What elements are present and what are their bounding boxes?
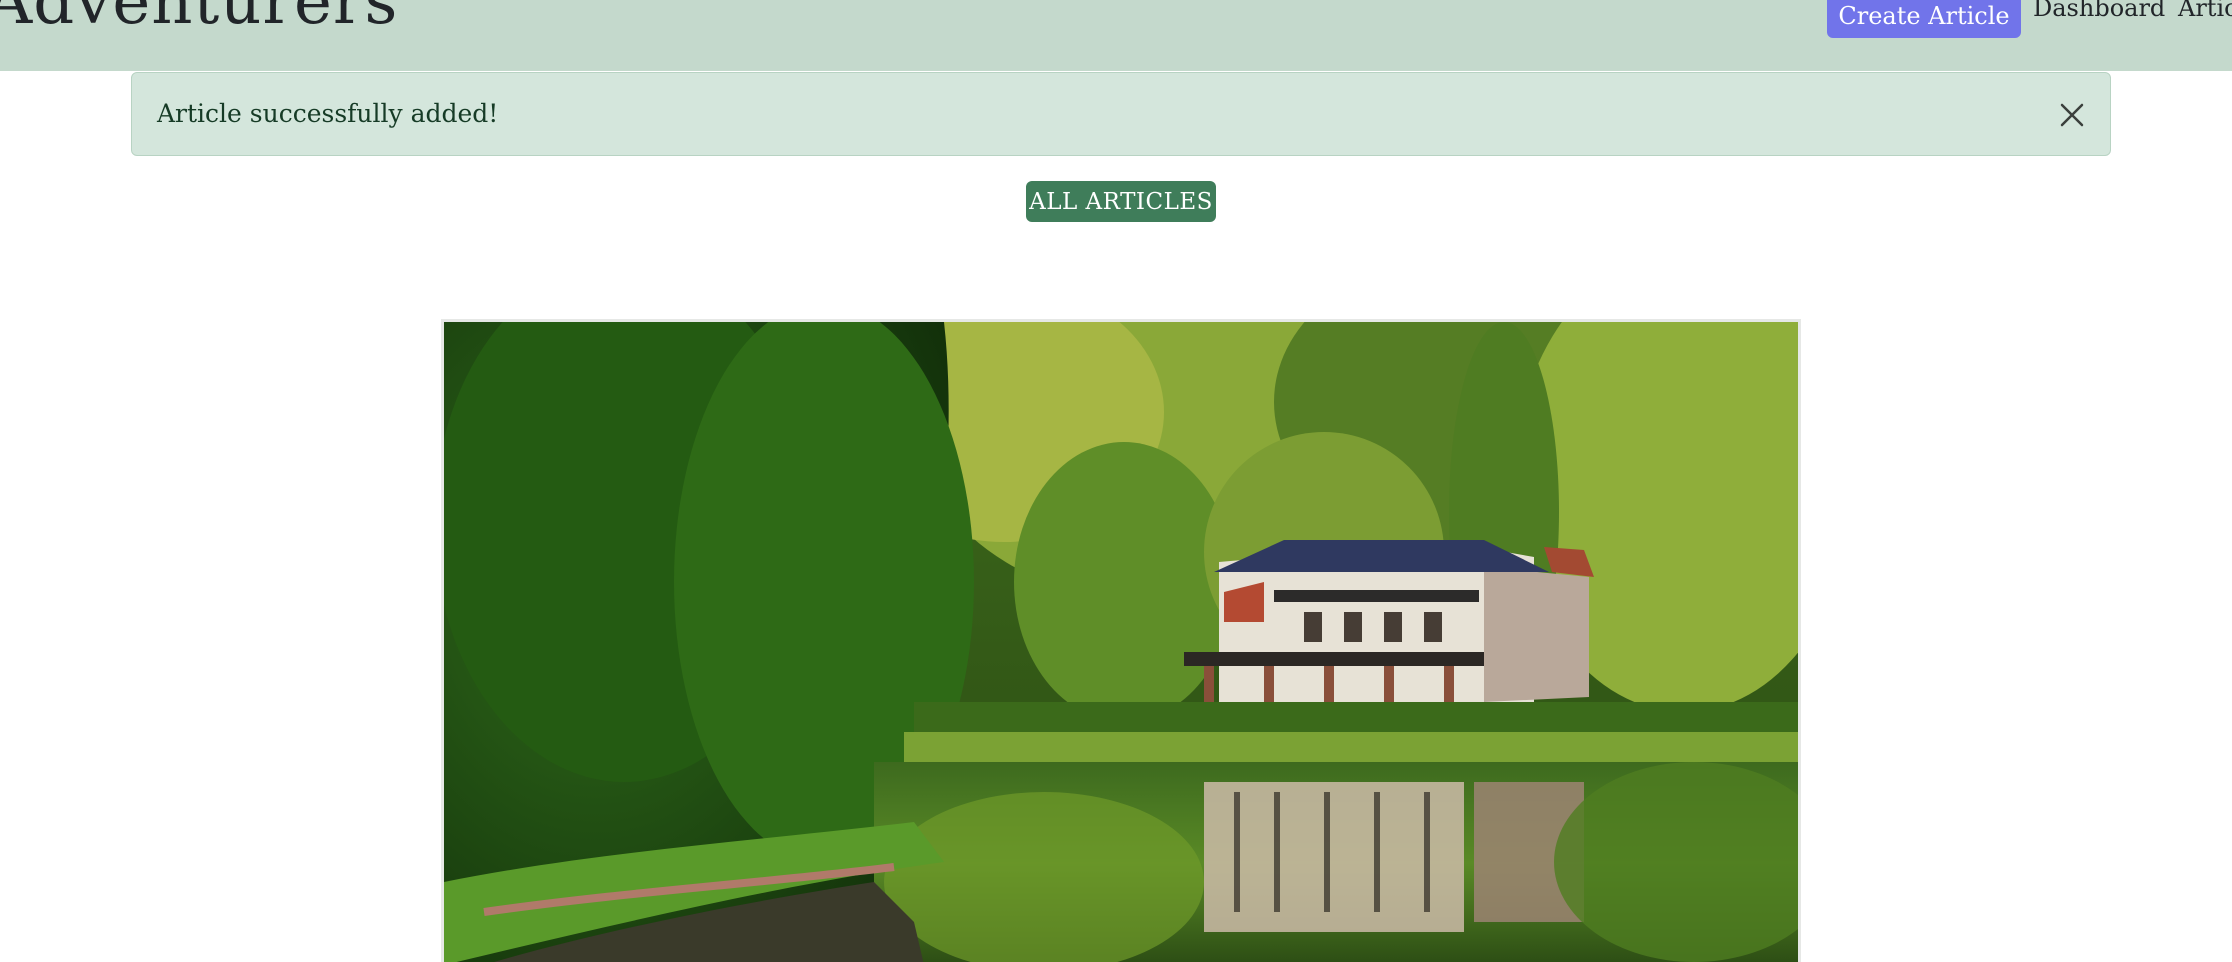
nav-link-articles[interactable]: Articles bbox=[2178, 0, 2232, 28]
nav-link-dashboard[interactable]: Dashboard bbox=[2033, 0, 2165, 28]
success-alert: Article successfully added! bbox=[131, 72, 2111, 156]
brand-title[interactable]: Adventurers bbox=[0, 0, 398, 34]
article-image bbox=[441, 319, 1801, 962]
alert-message: Article successfully added! bbox=[157, 99, 499, 128]
lakeside-house-image bbox=[444, 322, 1798, 962]
all-articles-badge[interactable]: ALL ARTICLES bbox=[1026, 181, 1216, 222]
close-icon[interactable] bbox=[2054, 97, 2090, 133]
navbar: Adventurers Create Article Dashboard Art… bbox=[0, 0, 2232, 71]
create-article-button[interactable]: Create Article bbox=[1827, 0, 2021, 38]
